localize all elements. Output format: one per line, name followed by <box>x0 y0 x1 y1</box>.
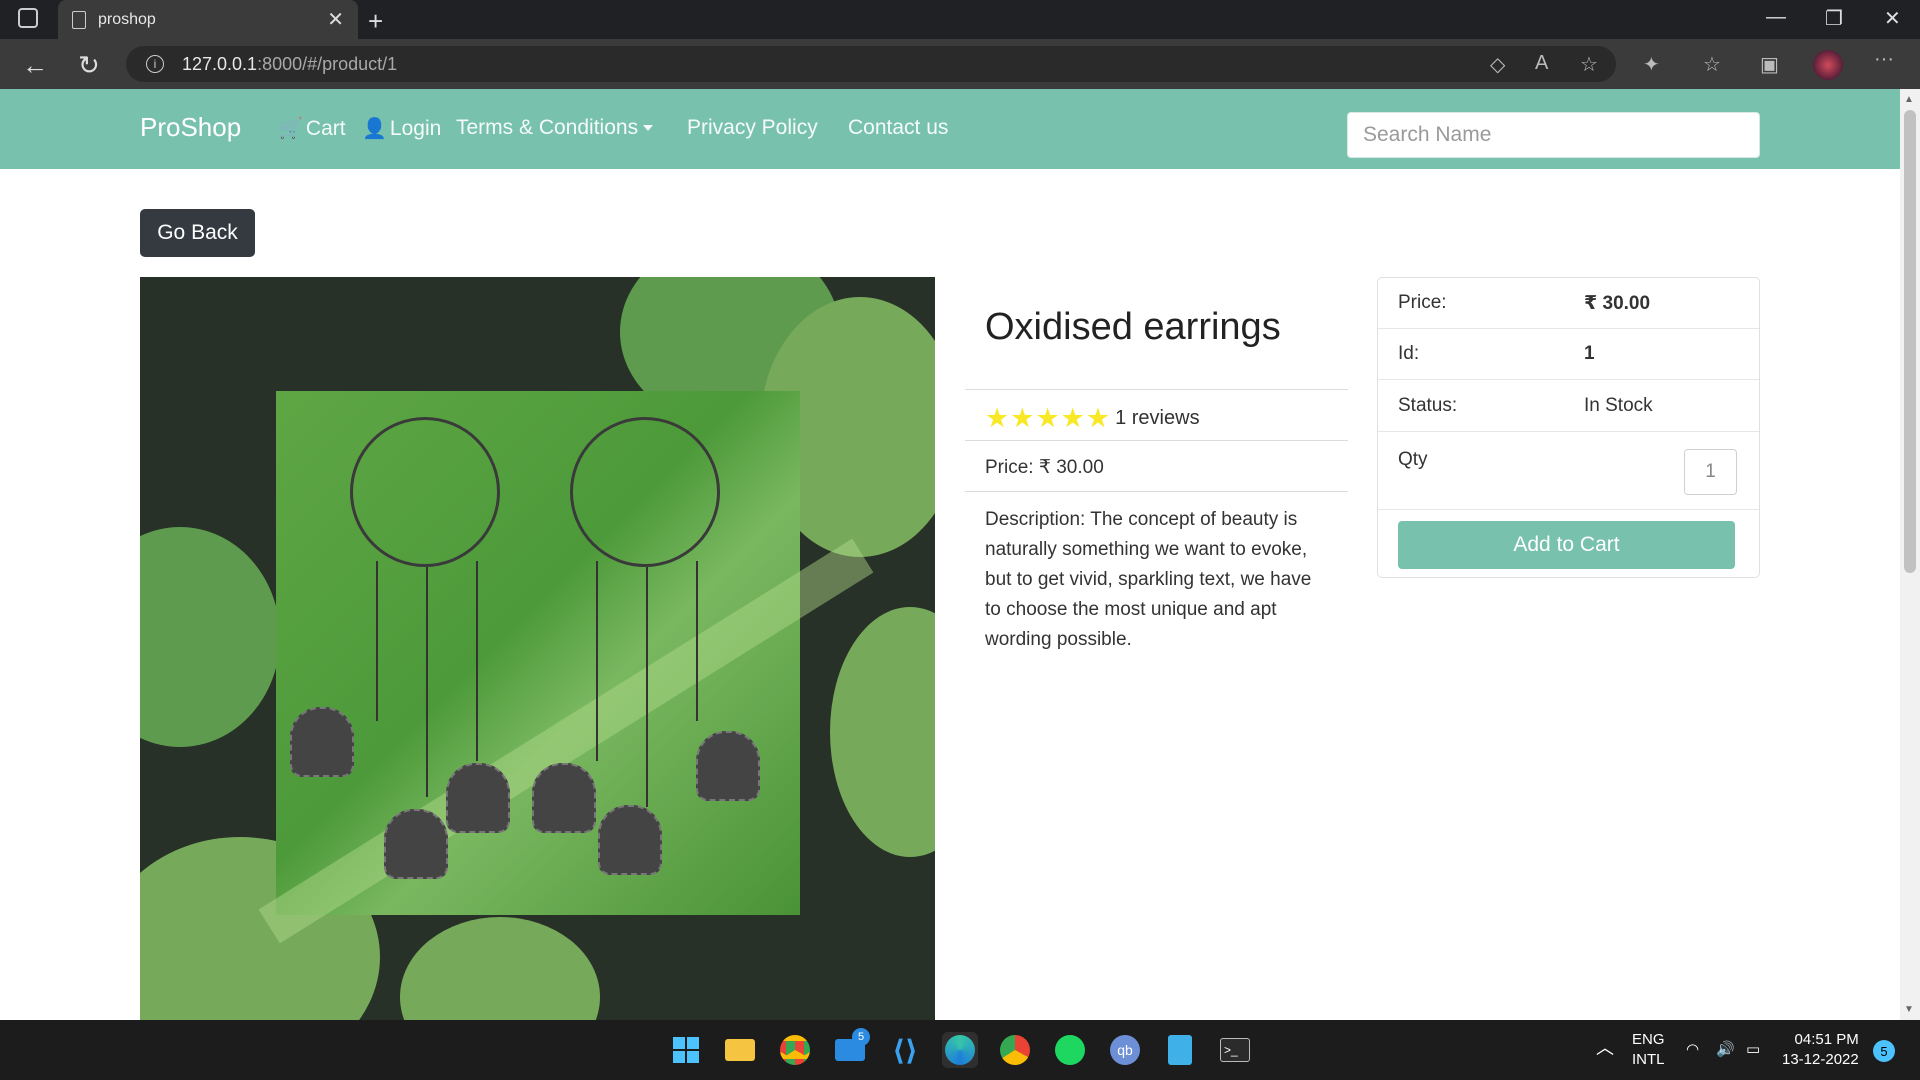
nav-privacy[interactable]: Privacy Policy <box>687 116 818 140</box>
go-back-button[interactable]: Go Back <box>140 209 255 257</box>
time: 04:51 PM <box>1794 1031 1859 1048</box>
language-indicator[interactable]: ENG INTL <box>1632 1030 1665 1070</box>
chrome-icon[interactable] <box>997 1032 1033 1068</box>
read-aloud-icon[interactable]: A <box>1535 52 1548 75</box>
volume-icon[interactable]: 🔊 <box>1716 1040 1735 1060</box>
reviews-count: 1 reviews <box>1115 407 1200 429</box>
nav-contact[interactable]: Contact us <box>848 116 948 140</box>
status-value: In Stock <box>1584 394 1653 416</box>
page-icon <box>72 10 86 29</box>
spotify-icon[interactable] <box>1052 1032 1088 1068</box>
star-icon: ★ <box>1010 403 1035 433</box>
status-row: Status: In Stock <box>1378 380 1759 432</box>
tag-icon[interactable]: ◇ <box>1490 52 1505 77</box>
notepad-icon[interactable] <box>1162 1032 1198 1068</box>
url-path: :8000/#/product/1 <box>257 53 398 74</box>
keyboard-layout: INTL <box>1632 1051 1665 1068</box>
profile-avatar[interactable] <box>1813 50 1843 80</box>
battery-icon[interactable]: ▭ <box>1746 1040 1760 1060</box>
new-tab-icon[interactable]: + <box>368 6 383 37</box>
scroll-down-icon[interactable]: ▼ <box>1904 1004 1914 1015</box>
chrome-icon[interactable] <box>777 1032 813 1068</box>
collections-icon[interactable]: ▣ <box>1760 52 1779 77</box>
search-input[interactable] <box>1347 112 1760 158</box>
address-bar[interactable]: i 127.0.0.1:8000/#/product/1 <box>126 46 1616 82</box>
browser-tab[interactable]: proshop ✕ <box>58 0 358 39</box>
star-icon: ★ <box>1085 403 1111 433</box>
add-to-cart-button[interactable]: Add to Cart <box>1398 521 1735 569</box>
nav-cart[interactable]: 🛒 Cart <box>278 116 346 141</box>
scroll-up-icon[interactable]: ▲ <box>1904 94 1914 105</box>
nav-terms-label: Terms & Conditions <box>456 116 639 139</box>
clock[interactable]: 04:51 PM 13-12-2022 <box>1782 1030 1859 1070</box>
qty-select[interactable]: 1 <box>1684 449 1737 495</box>
user-icon: 👤 <box>362 118 387 140</box>
divider <box>965 491 1348 492</box>
close-tab-icon[interactable]: ✕ <box>327 7 344 32</box>
star-icon: ★ <box>985 403 1010 433</box>
caret-down-icon <box>643 125 654 131</box>
price-value: ₹ 30.00 <box>1584 292 1651 314</box>
close-window-icon[interactable]: ✕ <box>1884 6 1901 31</box>
date: 13-12-2022 <box>1782 1051 1859 1068</box>
tab-title: proshop <box>98 10 156 28</box>
terminal-icon[interactable]: >_ <box>1217 1032 1253 1068</box>
star-icon: ★ <box>1035 403 1060 433</box>
file-explorer-icon[interactable] <box>722 1032 758 1068</box>
product-price: Price: ₹ 30.00 <box>985 457 1104 478</box>
restore-icon[interactable]: ❐ <box>1825 6 1843 31</box>
wifi-icon[interactable]: ◠ <box>1686 1040 1699 1060</box>
mail-badge: 5 <box>852 1028 870 1046</box>
notification-badge[interactable]: 5 <box>1873 1040 1895 1062</box>
show-hidden-icons[interactable]: ︿ <box>1596 1038 1614 1058</box>
nav-terms-dropdown[interactable]: Terms & Conditions <box>456 116 654 140</box>
divider <box>965 389 1348 390</box>
price-label: Price: <box>1398 292 1447 313</box>
tab-actions-icon[interactable] <box>18 8 38 28</box>
qty-label: Qty <box>1398 449 1428 470</box>
vscode-icon[interactable]: ⟨⟩ <box>887 1032 923 1068</box>
edge-icon[interactable] <box>942 1032 978 1068</box>
divider <box>965 440 1348 441</box>
site-info-icon[interactable]: i <box>146 55 164 73</box>
product-title: Oxidised earrings <box>985 306 1281 348</box>
product-image <box>140 277 935 1020</box>
url-host: 127.0.0.1 <box>182 53 258 74</box>
id-row: Id: 1 <box>1378 329 1759 380</box>
back-arrow-icon[interactable]: ← <box>22 50 48 81</box>
cart-icon: 🛒 <box>278 118 303 140</box>
nav-cart-label: Cart <box>305 116 346 140</box>
id-value: 1 <box>1584 343 1595 364</box>
favorites-icon[interactable]: ☆ <box>1703 52 1721 77</box>
purchase-card: Price: ₹ 30.00 Id: 1 Status: In Stock Qt… <box>1377 277 1760 578</box>
more-menu-icon[interactable]: ··· <box>1874 48 1894 71</box>
id-label: Id: <box>1398 343 1420 364</box>
nav-login[interactable]: 👤 Login <box>362 116 441 141</box>
language-code: ENG <box>1632 1031 1665 1048</box>
nav-login-label: Login <box>389 116 442 140</box>
star-icon: ★ <box>1060 403 1085 433</box>
brand-logo[interactable]: ProShop <box>140 112 241 143</box>
start-icon[interactable] <box>668 1032 704 1068</box>
rating: ★ ★ ★ ★ ★ 1 reviews <box>985 403 1200 434</box>
qbittorrent-icon[interactable]: qb <box>1107 1032 1143 1068</box>
price-row: Price: ₹ 30.00 <box>1378 278 1759 329</box>
add-favorite-icon[interactable]: ☆ <box>1580 52 1598 77</box>
minimize-icon[interactable]: — <box>1766 6 1786 29</box>
status-label: Status: <box>1398 394 1458 416</box>
reload-icon[interactable]: ↻ <box>78 50 100 81</box>
scrollbar-thumb[interactable] <box>1904 110 1916 573</box>
extensions-icon[interactable]: ✦ <box>1643 52 1660 77</box>
product-description: Description: The concept of beauty is na… <box>985 509 1312 650</box>
